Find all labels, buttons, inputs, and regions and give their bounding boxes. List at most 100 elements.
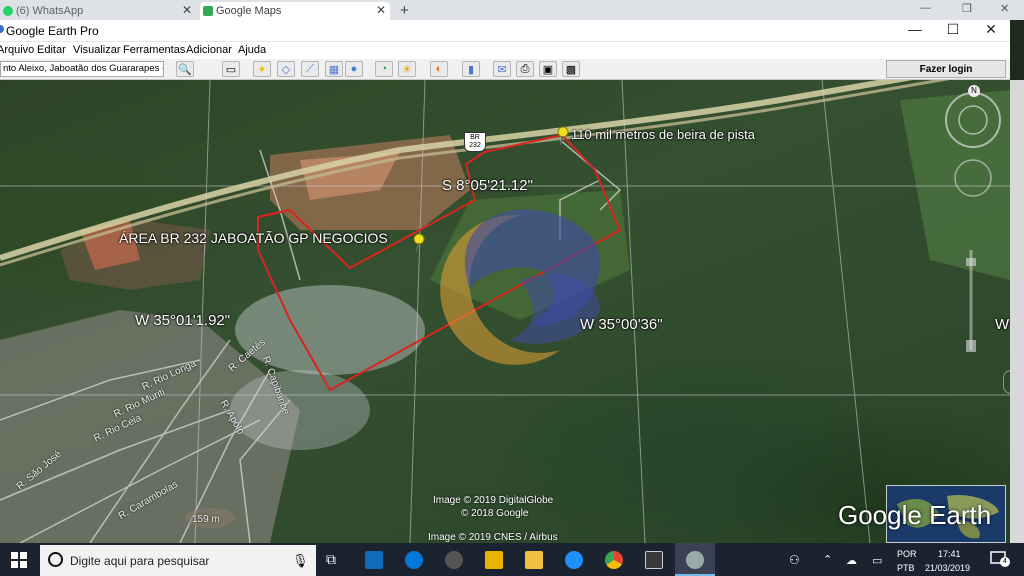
close-button[interactable]: ✕ <box>971 21 1011 38</box>
clock-date[interactable]: 21/03/2019 <box>925 563 970 573</box>
chrome-icon[interactable] <box>605 551 623 569</box>
placemark-label[interactable]: ÁREA BR 232 JABOATÃO GP NEGOCIOS <box>119 230 388 246</box>
elevation-label: 159 m <box>192 514 220 525</box>
windows-start-icon[interactable] <box>10 551 28 569</box>
placemark-pin-icon[interactable] <box>557 126 569 146</box>
pushpin-icon: ✦ <box>257 63 267 76</box>
imagery-credit: © 2018 Google <box>461 508 529 519</box>
email-button[interactable]: ✉ <box>493 61 511 77</box>
add-placemark-button[interactable]: ✦ <box>253 61 271 77</box>
cortana-icon <box>48 552 63 567</box>
cloud-icon[interactable]: ☁ <box>846 554 857 567</box>
app-title-bar: Google Earth Pro — ☐ ✕ <box>0 20 1010 42</box>
save-image-icon: ▣ <box>542 63 554 76</box>
look-joystick[interactable] <box>953 158 993 198</box>
road-shield: BR 232 <box>464 132 486 152</box>
close-tab-icon[interactable]: ✕ <box>182 3 192 17</box>
window-title: Google Earth Pro <box>6 24 99 38</box>
save-image-button[interactable]: ▣ <box>539 61 557 77</box>
microphone-icon[interactable]: 🎙 <box>292 553 309 569</box>
zoom-slider[interactable] <box>963 240 979 360</box>
planets-button[interactable]: ◐ <box>430 61 448 77</box>
maximize-button[interactable]: ☐ <box>933 21 973 38</box>
sun-icon: ☀ <box>402 63 412 76</box>
search-button[interactable]: 🔍 <box>176 61 194 77</box>
window-edge <box>1010 80 1024 543</box>
login-button[interactable]: Fazer login <box>886 60 1006 78</box>
cloud <box>230 370 370 450</box>
menu-ajuda[interactable]: Ajuda <box>238 44 266 56</box>
sidebar-toggle-button[interactable]: ▭ <box>222 61 240 77</box>
add-overlay-button[interactable]: ▦ <box>325 61 343 77</box>
google-earth-icon <box>686 551 704 569</box>
clock-time[interactable]: 17:41 <box>938 549 961 559</box>
input-language[interactable]: POR <box>897 549 917 559</box>
tab-label: Google Maps <box>216 5 282 17</box>
whatsapp-icon <box>3 6 13 16</box>
map-viewport[interactable]: BR 232 110 mil metros de beira de pista … <box>0 80 1010 543</box>
tab-google-maps[interactable]: Google Maps ✕ <box>200 2 390 20</box>
browser-minimize-button[interactable]: — <box>920 2 931 14</box>
ruler-icon: ▮ <box>467 63 475 76</box>
sunlight-button[interactable]: ☀ <box>398 61 416 77</box>
action-center-icon[interactable]: 4 <box>990 551 1010 569</box>
planet-icon: ◐ <box>435 63 443 75</box>
menu-ferramentas[interactable]: Ferramentas <box>123 44 185 56</box>
view-in-maps-button[interactable]: ▩ <box>562 61 580 77</box>
google-earth-taskbar-button[interactable] <box>675 543 715 576</box>
navigation-compass[interactable]: N <box>944 85 1002 153</box>
outlook-icon[interactable] <box>365 551 383 569</box>
input-language-layout[interactable]: PTB <box>897 563 915 573</box>
latitude-label: S 8°05'21.12" <box>442 177 533 194</box>
google-earth-icon <box>0 25 4 33</box>
app-icon[interactable] <box>445 551 463 569</box>
sticky-notes-icon[interactable] <box>485 551 503 569</box>
overlay-icon: ▦ <box>328 63 340 76</box>
internet-explorer-icon[interactable] <box>565 551 583 569</box>
edge-icon[interactable] <box>405 551 423 569</box>
menu-visualizar[interactable]: Visualizar <box>73 44 121 56</box>
record-tour-button[interactable]: ● <box>345 61 363 77</box>
ruler-button[interactable]: ▮ <box>462 61 480 77</box>
google-earth-logo: Google Earth <box>838 500 992 530</box>
street-view-pegman-icon[interactable] <box>1003 370 1010 394</box>
search-icon: 🔍 <box>178 63 192 76</box>
chevron-up-icon[interactable]: ⌃ <box>823 553 832 566</box>
north-indicator-icon[interactable]: N <box>968 85 980 97</box>
network-icon[interactable]: ▭ <box>872 554 882 567</box>
tour-icon: ● <box>350 63 358 75</box>
taskbar-search-placeholder: Digite aqui para pesquisar <box>70 554 210 568</box>
tab-whatsapp[interactable]: (6) WhatsApp ✕ <box>0 2 196 20</box>
longitude-label: W 35°01'1.92" <box>135 312 231 329</box>
notification-count: 4 <box>1000 557 1010 567</box>
path-icon: ⟋ <box>306 62 314 75</box>
google-maps-icon <box>203 6 213 16</box>
file-explorer-icon[interactable] <box>525 551 543 569</box>
menu-adicionar[interactable]: Adicionar <box>186 44 232 56</box>
polygon-icon: ◇ <box>281 63 291 76</box>
browser-close-button[interactable]: ✕ <box>1000 2 1009 15</box>
people-icon[interactable]: ⚇ <box>789 553 800 567</box>
map-icon: ▩ <box>565 63 577 76</box>
taskbar-search-box[interactable]: Digite aqui para pesquisar 🎙 <box>40 545 316 576</box>
add-path-button[interactable]: ⟋ <box>301 61 319 77</box>
clock-icon: ◔ <box>380 63 388 75</box>
printer-icon: ⎙ <box>520 62 530 75</box>
task-view-icon[interactable]: ⧉ <box>326 551 336 568</box>
new-tab-button[interactable]: + <box>400 2 409 19</box>
print-button[interactable]: ⎙ <box>516 61 534 77</box>
browser-tab-strip: (6) WhatsApp ✕ Google Maps ✕ + — ❐ ✕ <box>0 0 1024 20</box>
store-icon[interactable] <box>645 551 663 569</box>
search-input[interactable]: nto Aleixo, Jaboatão dos Guararapes - PE <box>0 61 164 77</box>
sidebar-icon: ▭ <box>225 63 237 76</box>
placemark-pin-icon[interactable] <box>413 233 425 253</box>
menu-editar[interactable]: Editar <box>37 44 66 56</box>
browser-restore-button[interactable]: ❐ <box>962 2 972 15</box>
close-tab-icon[interactable]: ✕ <box>376 3 386 17</box>
placemark-label[interactable]: 110 mil metros de beira de pista <box>571 127 755 142</box>
longitude-label: W <box>995 316 1010 333</box>
add-polygon-button[interactable]: ◇ <box>277 61 295 77</box>
menu-arquivo[interactable]: Arquivo <box>0 44 34 56</box>
historical-imagery-button[interactable]: ◔ <box>375 61 393 77</box>
minimize-button[interactable]: — <box>895 21 935 37</box>
